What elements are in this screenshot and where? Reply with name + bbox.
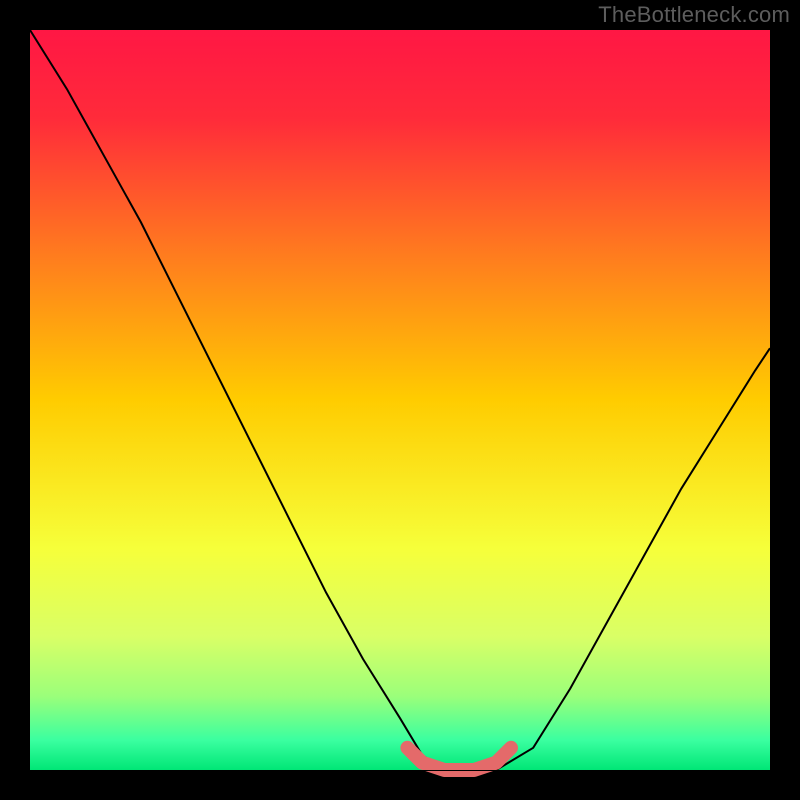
bottleneck-chart xyxy=(0,0,800,800)
watermark-text: TheBottleneck.com xyxy=(598,2,790,28)
gradient-background xyxy=(30,30,770,770)
chart-container: TheBottleneck.com xyxy=(0,0,800,800)
